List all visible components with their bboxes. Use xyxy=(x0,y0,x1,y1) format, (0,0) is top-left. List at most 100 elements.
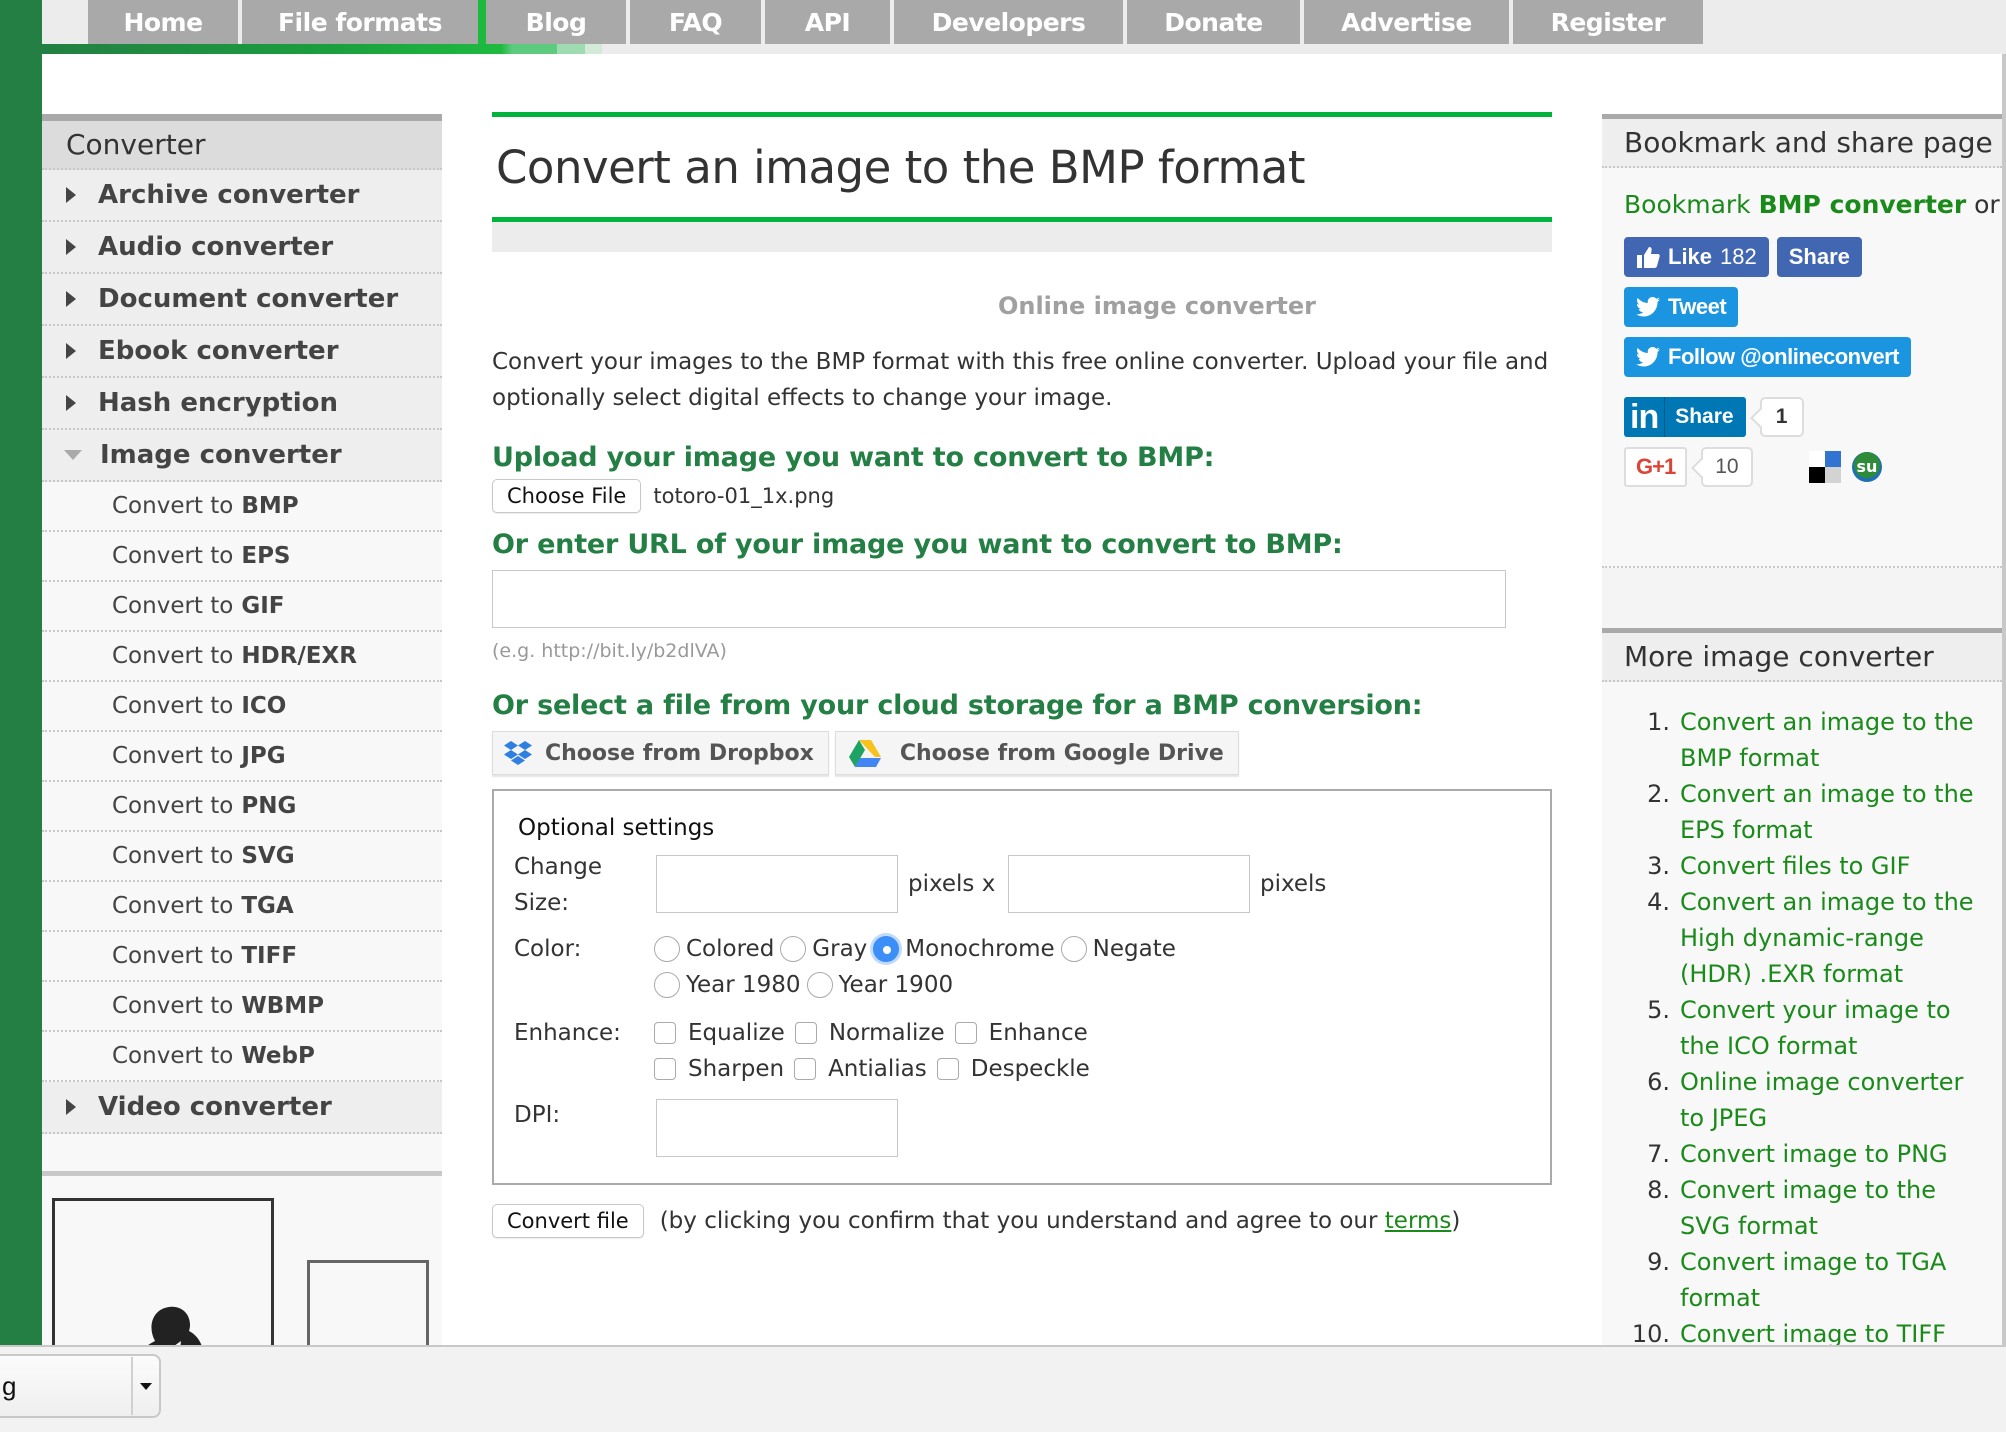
enhance-checkbox-antialias[interactable] xyxy=(794,1058,817,1080)
more-converter-link[interactable]: Online image converter to JPEG xyxy=(1680,1064,1982,1136)
tweet-row: Tweet xyxy=(1602,287,2002,327)
sidebar-item-convert-to-hdr-exr[interactable]: Convert to HDR/EXR xyxy=(42,632,442,682)
color-options-row-1: Colored Gray Monochrome Negate xyxy=(654,931,1182,967)
bookmark-bold[interactable]: BMP converter xyxy=(1759,190,1967,219)
sidebar-title: Converter xyxy=(42,114,442,170)
bottom-dropdown[interactable]: g xyxy=(0,1354,161,1418)
size-label-line2: Size: xyxy=(514,890,569,916)
sidebar-category-ebook-converter[interactable]: Ebook converter xyxy=(42,326,442,378)
sidebar-item-convert-to-webp[interactable]: Convert to WebP xyxy=(42,1032,442,1082)
sidebar-category-audio-converter[interactable]: Audio converter xyxy=(42,222,442,274)
convert-file-button[interactable]: Convert file xyxy=(492,1204,644,1238)
dropbox-button[interactable]: Choose from Dropbox xyxy=(492,731,829,775)
twitter-bird-icon xyxy=(1636,347,1660,367)
color-radio-year-1900[interactable] xyxy=(806,972,833,998)
nav-tab-api[interactable]: API xyxy=(765,0,890,44)
caret-down-icon xyxy=(64,450,82,460)
more-converter-item: 4. Convert an image to the High dynamic-r… xyxy=(1624,884,1982,992)
sidebar-item-convert-to-eps[interactable]: Convert to EPS xyxy=(42,532,442,582)
enhance-checkbox-normalize[interactable] xyxy=(794,1022,817,1044)
caret-right-icon xyxy=(66,1099,76,1115)
list-number: 6. xyxy=(1647,1068,1670,1096)
sidebar-item-convert-to-svg[interactable]: Convert to SVG xyxy=(42,832,442,882)
color-radio-gray[interactable] xyxy=(780,936,807,962)
more-converter-link[interactable]: Convert an image to the EPS format xyxy=(1680,776,1982,848)
more-converter-link[interactable]: Convert your image to the ICO format xyxy=(1680,992,1982,1064)
nav-tab-file-formats[interactable]: File formats xyxy=(242,0,482,44)
tweet-button[interactable]: Tweet xyxy=(1624,287,1739,327)
nav-tab-register[interactable]: Register xyxy=(1513,0,1703,44)
color-option-label: Negate xyxy=(1092,936,1176,962)
sidebar-category-label: Archive converter xyxy=(98,180,360,210)
stumbleupon-icon[interactable]: su xyxy=(1851,451,1883,483)
width-input[interactable] xyxy=(656,855,898,913)
nav-tab-advertise[interactable]: Advertise xyxy=(1304,0,1509,44)
sidebar-item-format: JPG xyxy=(241,743,286,769)
height-input[interactable] xyxy=(1008,855,1250,913)
color-label: Color: xyxy=(514,936,582,962)
caret-right-icon xyxy=(66,239,76,255)
main-content: Convert an image to the BMP format Onlin… xyxy=(492,112,1552,1239)
delicious-icon[interactable] xyxy=(1808,451,1841,483)
sidebar-item-convert-to-jpg[interactable]: Convert to JPG xyxy=(42,732,442,782)
sidebar-category-label: Ebook converter xyxy=(98,336,339,366)
sidebar-item-convert-to-ico[interactable]: Convert to ICO xyxy=(42,682,442,732)
more-converter-link[interactable]: Convert an image to the High dynamic-ran… xyxy=(1680,884,1982,992)
enhance-checkbox-enhance[interactable] xyxy=(954,1022,977,1044)
sidebar-item-convert-to-wbmp[interactable]: Convert to WBMP xyxy=(42,982,442,1032)
list-number: 7. xyxy=(1647,1140,1670,1168)
sidebar-category-image-converter[interactable]: Image converter xyxy=(42,430,442,482)
twitter-follow-button[interactable]: Follow @onlineconvert xyxy=(1624,337,1911,377)
nav-tab-developers[interactable]: Developers xyxy=(894,0,1123,44)
choose-file-button[interactable]: Choose File xyxy=(492,479,642,513)
linkedin-share-button[interactable]: in Share xyxy=(1624,397,1746,437)
sidebar-item-convert-to-bmp[interactable]: Convert to BMP xyxy=(42,482,442,532)
color-radio-colored[interactable] xyxy=(654,936,680,962)
svg-text:su: su xyxy=(1856,457,1877,476)
nav-tab-faq[interactable]: FAQ xyxy=(630,0,761,44)
bookmark-share-title: Bookmark and share page xyxy=(1602,114,2002,168)
facebook-like-button[interactable]: Like 182 xyxy=(1624,237,1769,277)
follow-row: Follow @onlineconvert xyxy=(1602,337,2002,377)
more-converter-link[interactable]: Convert files to GIF xyxy=(1680,848,1910,884)
nav-tab-blog[interactable]: Blog xyxy=(482,0,626,44)
nav-tab-donate[interactable]: Donate xyxy=(1127,0,1300,44)
google-drive-button[interactable]: Choose from Google Drive xyxy=(834,731,1239,775)
more-converters-title: More image converter xyxy=(1602,628,2002,682)
sidebar-item-convert-to-gif[interactable]: Convert to GIF xyxy=(42,582,442,632)
more-converter-link[interactable]: Convert an image to the BMP format xyxy=(1680,704,1982,776)
color-options-row-2: Year 1980 Year 1900 xyxy=(654,967,959,1003)
color-option-label: Year 1980 xyxy=(686,972,801,998)
more-converter-link[interactable]: Convert image to PNG xyxy=(1680,1136,1948,1172)
enhance-checkbox-equalize[interactable] xyxy=(654,1022,676,1044)
more-converter-link[interactable]: Convert image to TGA format xyxy=(1680,1244,1982,1316)
enhance-checkbox-sharpen[interactable] xyxy=(654,1058,676,1080)
dropbox-icon xyxy=(504,741,532,765)
terms-link[interactable]: terms xyxy=(1385,1208,1452,1234)
sidebar-item-format: ICO xyxy=(241,693,287,719)
twitter-bird-icon xyxy=(1636,297,1660,317)
nav-tab-home[interactable]: Home xyxy=(88,0,238,44)
cloud-buttons: Choose from Dropbox Choose from Google D… xyxy=(492,731,1552,775)
caret-right-icon xyxy=(66,395,76,411)
facebook-share-button[interactable]: Share xyxy=(1776,237,1862,277)
sidebar-item-prefix: Convert to xyxy=(112,893,234,919)
sidebar-item-convert-to-png[interactable]: Convert to PNG xyxy=(42,782,442,832)
more-converters-list: 1. Convert an image to the BMP format 2. Co… xyxy=(1602,682,2002,1408)
color-radio-negate[interactable] xyxy=(1060,936,1087,962)
sidebar-category-archive-converter[interactable]: Archive converter xyxy=(42,170,442,222)
dpi-input[interactable] xyxy=(656,1099,898,1157)
sidebar-category-document-converter[interactable]: Document converter xyxy=(42,274,442,326)
sidebar-category-video-converter[interactable]: Video converter xyxy=(42,1082,442,1134)
sidebar-item-convert-to-tiff[interactable]: Convert to TIFF xyxy=(42,932,442,982)
enhance-checkbox-despeckle[interactable] xyxy=(936,1058,959,1080)
bookmark-text[interactable]: Bookmark xyxy=(1624,190,1751,219)
sidebar-item-format: TIFF xyxy=(241,943,298,969)
url-input[interactable] xyxy=(492,570,1506,628)
color-radio-monochrome[interactable] xyxy=(873,936,900,962)
sidebar-item-convert-to-tga[interactable]: Convert to TGA xyxy=(42,882,442,932)
color-radio-year-1980[interactable] xyxy=(654,972,680,998)
more-converter-link[interactable]: Convert image to the SVG format xyxy=(1680,1172,1982,1244)
google-plus-button[interactable]: G+1 xyxy=(1624,447,1688,487)
sidebar-category-hash-encryption[interactable]: Hash encryption xyxy=(42,378,442,430)
